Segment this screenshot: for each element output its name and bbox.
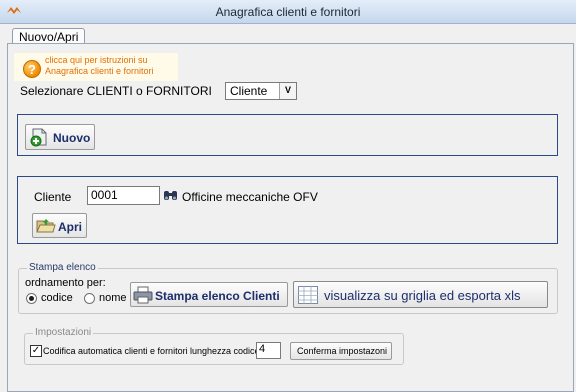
open-button[interactable]: Apri	[32, 213, 87, 238]
order-by-name-label: nome	[99, 292, 127, 304]
confirm-settings-label: Conferma impostazoni	[297, 346, 388, 356]
new-button[interactable]: Nuovo	[25, 124, 95, 150]
order-by-name-radio[interactable]	[84, 293, 95, 304]
confirm-settings-button[interactable]: Conferma impostazoni	[290, 342, 392, 360]
grid-export-button-label: visualizza su griglia ed esporta xls	[324, 288, 521, 303]
auto-code-checkbox[interactable]: ✓	[30, 345, 42, 357]
client-code-input[interactable]: 0001	[87, 186, 160, 205]
tab-strip: Nuovo/Apri	[0, 24, 576, 45]
new-button-label: Nuovo	[53, 131, 91, 145]
title-bar: Anagrafica clienti e fornitori	[0, 0, 576, 24]
open-button-label: Apri	[58, 220, 82, 234]
new-document-icon	[30, 128, 47, 147]
print-list-button-label: Stampa elenco Clienti	[155, 289, 280, 303]
type-select-value: Cliente	[230, 84, 268, 98]
auto-code-label: Codifica automatica clienti e fornitori	[43, 346, 188, 356]
order-by-code-radio[interactable]	[26, 293, 37, 304]
grid-icon	[298, 286, 318, 304]
help-text: clicca qui per istruzioni su Anagrafica …	[45, 55, 154, 76]
client-name: Officine meccaniche OFV	[182, 190, 318, 204]
chevron-down-icon[interactable]: V	[279, 83, 296, 99]
question-icon: ?	[23, 60, 41, 78]
new-frame	[17, 114, 558, 156]
printer-icon	[133, 286, 153, 304]
order-by-code-label: codice	[41, 292, 73, 304]
binoculars-icon[interactable]	[163, 188, 178, 202]
help-link[interactable]: ? clicca qui per istruzioni su Anagrafic…	[14, 53, 178, 81]
client-field-label: Cliente	[34, 190, 72, 204]
code-length-label: lunghezza codice	[190, 346, 260, 356]
order-by-label: ordnamento per:	[25, 277, 106, 289]
grid-export-button[interactable]: visualizza su griglia ed esporta xls	[293, 281, 548, 308]
window-title: Anagrafica clienti e fornitori	[215, 5, 361, 19]
code-length-input[interactable]: 4	[256, 342, 281, 359]
type-select[interactable]: Cliente V	[225, 82, 297, 100]
settings-legend: Impostazioni	[33, 327, 94, 339]
open-folder-icon	[36, 219, 56, 233]
print-list-legend: Stampa elenco	[27, 262, 98, 274]
type-selector-label: Selezionare CLIENTI o FORNITORI	[20, 84, 212, 98]
print-list-button[interactable]: Stampa elenco Clienti	[130, 282, 288, 307]
